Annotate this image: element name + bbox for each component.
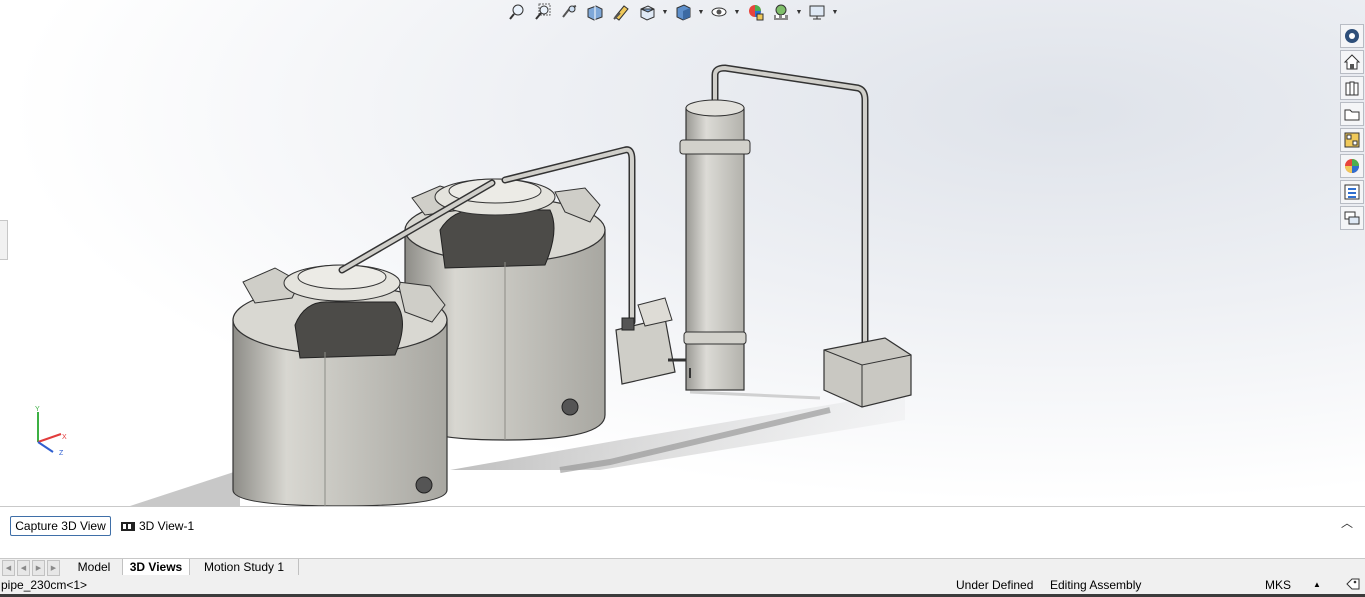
dynamic-annotation-icon[interactable] bbox=[609, 1, 633, 23]
column bbox=[679, 99, 751, 391]
graphics-area[interactable]: ▼ ▼ ▼ ▼ ▼ Y X Z bbox=[0, 0, 1365, 506]
definition-status: Under Defined bbox=[956, 578, 1034, 592]
design-library-icon[interactable] bbox=[1340, 76, 1364, 100]
collection-box bbox=[823, 337, 912, 408]
assembly-model[interactable] bbox=[0, 0, 1365, 506]
chevron-down-icon[interactable]: ▼ bbox=[733, 1, 741, 23]
zoom-to-area-icon[interactable] bbox=[531, 1, 555, 23]
next-tab-arrow-icon[interactable]: ▶ bbox=[32, 560, 45, 576]
previous-view-icon[interactable] bbox=[557, 1, 581, 23]
units-button[interactable]: MKS bbox=[1265, 578, 1291, 592]
home-icon[interactable] bbox=[1340, 50, 1364, 74]
units-dropdown-icon[interactable]: ▲ bbox=[1313, 580, 1321, 589]
prev-tab-arrow-icon[interactable]: ◀ bbox=[17, 560, 30, 576]
pipe-reflection bbox=[689, 390, 821, 400]
last-tab-arrow-icon[interactable]: ▶ bbox=[47, 560, 60, 576]
triad-x-label: X bbox=[62, 434, 67, 441]
feature-manager-expand-handle[interactable] bbox=[0, 220, 8, 260]
chevron-down-icon[interactable]: ▼ bbox=[661, 1, 669, 23]
tab-motion-study-1[interactable]: Motion Study 1 bbox=[190, 559, 299, 575]
section-view-icon[interactable] bbox=[583, 1, 607, 23]
chevron-down-icon[interactable]: ▼ bbox=[697, 1, 705, 23]
capture-3d-view-button[interactable]: Capture 3D View bbox=[10, 516, 111, 536]
task-pane-tabs bbox=[1340, 24, 1364, 230]
jerry-can bbox=[615, 297, 686, 385]
3d-views-panel: Capture 3D View 3D View-1 ︿ bbox=[0, 506, 1365, 559]
appearances-scenes-icon[interactable] bbox=[1340, 154, 1364, 178]
film-icon bbox=[121, 522, 135, 531]
zoom-to-fit-icon[interactable] bbox=[505, 1, 529, 23]
file-explorer-icon[interactable] bbox=[1340, 102, 1364, 126]
edit-appearance-icon[interactable] bbox=[743, 1, 767, 23]
custom-properties-icon[interactable] bbox=[1340, 180, 1364, 204]
apply-scene-icon[interactable] bbox=[769, 1, 793, 23]
solidworks-resources-icon[interactable] bbox=[1340, 24, 1364, 48]
chevron-down-icon[interactable]: ▼ bbox=[795, 1, 803, 23]
selected-item-status: pipe_230cm<1> bbox=[1, 578, 88, 592]
display-style-icon[interactable] bbox=[671, 1, 695, 23]
first-tab-arrow-icon[interactable]: ◀ bbox=[2, 560, 15, 576]
view-settings-icon[interactable] bbox=[805, 1, 829, 23]
3d-view-label: 3D View-1 bbox=[139, 519, 195, 533]
tab-3d-views[interactable]: 3D Views bbox=[123, 559, 190, 575]
chevron-up-icon[interactable]: ︿ bbox=[1341, 514, 1353, 531]
3d-view-item[interactable]: 3D View-1 bbox=[120, 519, 194, 533]
mode-status: Editing Assembly bbox=[1050, 578, 1142, 592]
triad-z-label: Z bbox=[59, 450, 64, 457]
reference-triad: Y X Z bbox=[28, 402, 78, 462]
status-bar: pipe_230cm<1> Under Defined Editing Asse… bbox=[0, 576, 1365, 594]
bottom-tab-bar: ◀ ◀ ▶ ▶ Model 3D Views Motion Study 1 bbox=[0, 558, 1365, 577]
forum-icon[interactable] bbox=[1340, 206, 1364, 230]
hide-show-items-icon[interactable] bbox=[707, 1, 731, 23]
tab-model[interactable]: Model bbox=[66, 559, 123, 575]
front-tank bbox=[232, 264, 448, 506]
view-heads-up-toolbar: ▼ ▼ ▼ ▼ ▼ bbox=[505, 1, 839, 23]
view-palette-icon[interactable] bbox=[1340, 128, 1364, 152]
triad-y-label: Y bbox=[35, 406, 40, 413]
help-tag-icon[interactable] bbox=[1345, 577, 1361, 594]
floor-shadow bbox=[130, 470, 240, 506]
chevron-down-icon[interactable]: ▼ bbox=[831, 1, 839, 23]
view-orientation-icon[interactable] bbox=[635, 1, 659, 23]
